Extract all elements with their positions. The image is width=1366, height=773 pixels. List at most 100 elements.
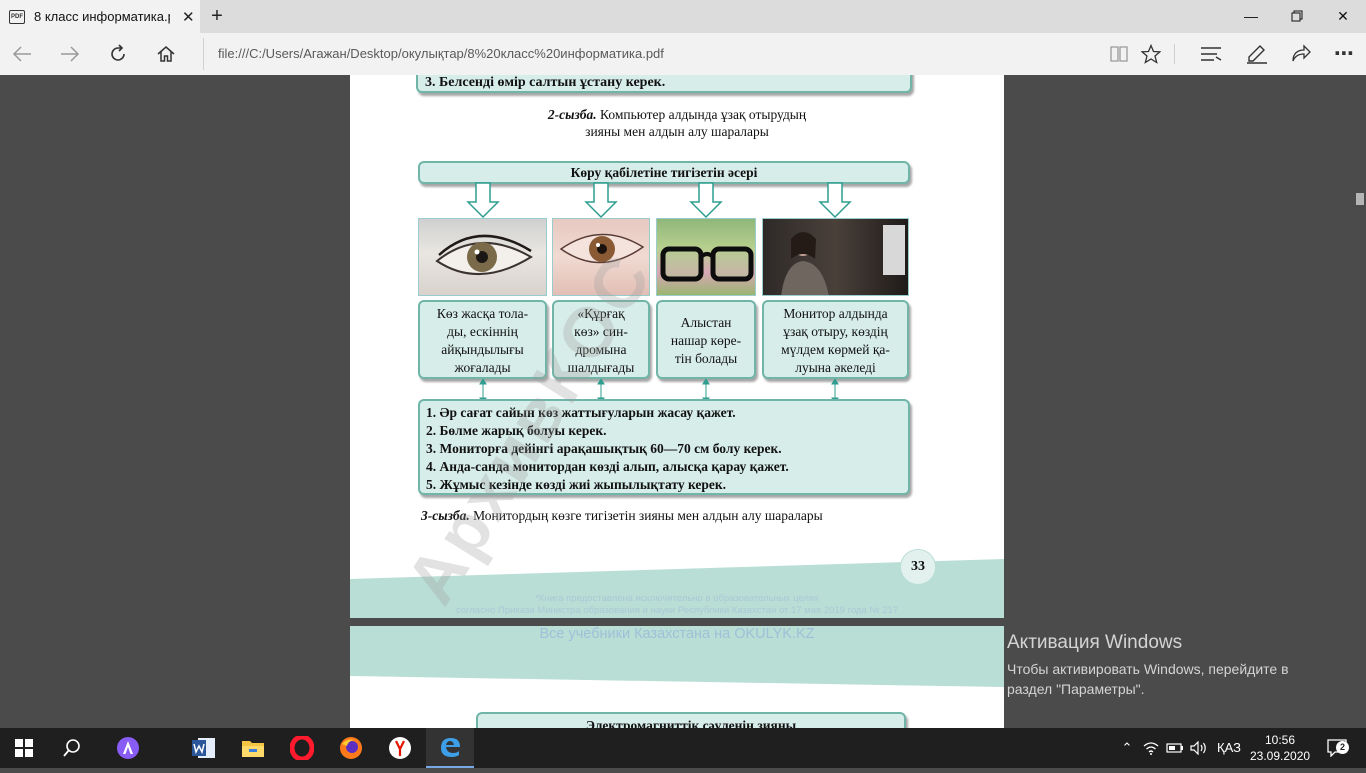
reading-view-button[interactable] — [1105, 41, 1133, 67]
electromagnetic-header: Электромагниттік сәуленің зияны — [476, 712, 906, 728]
tab-title: 8 класс информатика.p — [34, 9, 170, 24]
search-icon — [63, 739, 80, 757]
effect-3-line-2: нашар көре- — [670, 333, 742, 348]
effect-1-line-4: жоғалады — [454, 360, 511, 375]
yandex-icon — [389, 737, 411, 759]
network-icon[interactable] — [1142, 728, 1160, 768]
speaker-icon — [1190, 740, 1206, 756]
back-button[interactable] — [8, 41, 36, 67]
word-icon — [192, 738, 215, 758]
search-button[interactable] — [48, 728, 96, 768]
minimize-button[interactable]: — — [1228, 0, 1274, 33]
navigation-bar: file:///C:/Users/Агажан/Desktop/окулықта… — [0, 33, 1366, 75]
refresh-button[interactable] — [104, 41, 132, 67]
restore-icon — [1291, 10, 1303, 22]
pdf-viewer: 3. Белсенді өмір салтын ұстану керек. 2-… — [0, 75, 1366, 728]
opera-button[interactable] — [278, 728, 326, 768]
maximize-button[interactable] — [1274, 0, 1320, 33]
effect-4-line-3: мүлдем көрмей қа- — [781, 342, 890, 357]
explorer-button[interactable] — [229, 728, 277, 768]
effect-4-line-1: Монитор алдында — [783, 306, 888, 321]
pen-icon — [1247, 45, 1267, 64]
refresh-icon — [111, 44, 125, 61]
activation-title: Активация Windows — [1007, 632, 1183, 653]
clock[interactable]: 10:56 23.09.2020 — [1250, 728, 1310, 768]
close-window-button[interactable]: ✕ — [1320, 0, 1366, 33]
word-button[interactable] — [180, 728, 228, 768]
pdf-page-33: 3. Белсенді өмір салтын ұстану керек. 2-… — [350, 75, 1004, 618]
alice-button[interactable] — [104, 728, 152, 768]
down-arrows — [466, 182, 852, 218]
start-button[interactable] — [0, 728, 48, 768]
header-label: Көру қабілетіне тигізетін әсері — [570, 165, 758, 180]
scrollbar-thumb[interactable] — [1356, 193, 1364, 205]
caption-label: 2-сызба. — [547, 107, 597, 122]
edge-icon — [441, 738, 460, 757]
activation-line-2: раздел "Параметры". — [1007, 681, 1145, 697]
battery-icon[interactable] — [1165, 728, 1185, 768]
tab-close-icon[interactable]: ✕ — [182, 8, 195, 26]
explorer-icon — [242, 741, 264, 757]
eye-image — [435, 234, 533, 276]
forward-button[interactable] — [56, 41, 84, 67]
clock-date: 23.09.2020 — [1250, 749, 1311, 763]
vision-effect-header: Көру қабілетіне тигізетін әсері — [418, 161, 910, 184]
battery-shape-icon — [1166, 743, 1183, 753]
activation-line-1: Чтобы активировать Windows, перейдите в — [1007, 661, 1289, 677]
pdf-icon: PDF — [9, 9, 25, 24]
effect-4-line-4: луына әкеледі — [795, 360, 876, 375]
share-icon — [1292, 44, 1311, 62]
tray-chevron-icon[interactable]: ⌃ — [1118, 728, 1136, 768]
title-bar: PDF 8 класс информатика.p ✕ + — ✕ — [0, 0, 1366, 33]
pdf-page-34: Все учебники Казахстана на OKULYK.KZ Эле… — [350, 626, 1004, 728]
caption-line-2: зияны мен алдын алу шаралары — [585, 124, 769, 139]
okulyk-banner: Все учебники Казахстана на OKULYK.KZ — [539, 626, 815, 642]
clock-time: 10:56 — [1264, 733, 1296, 747]
address-bar[interactable]: file:///C:/Users/Агажан/Desktop/окулықта… — [203, 38, 1091, 70]
back-arrow-icon — [12, 46, 31, 62]
star-icon — [1140, 43, 1162, 64]
arrow-down-icon — [818, 182, 852, 218]
arrow-down-icon — [584, 182, 618, 218]
new-tab-button[interactable]: + — [206, 5, 228, 27]
firefox-icon — [340, 737, 362, 759]
windows-activation-notice: Активация Windows Чтобы активировать Win… — [1007, 632, 1289, 699]
hub-button[interactable] — [1197, 41, 1225, 67]
book-icon — [1110, 46, 1128, 62]
browser-tab[interactable]: PDF 8 класс информатика.p ✕ — [0, 0, 200, 33]
language-indicator[interactable]: ҚАЗ — [1214, 728, 1244, 768]
effect-3-line-1: Алыстан — [680, 315, 732, 330]
home-icon — [157, 46, 175, 62]
wifi-icon — [1143, 742, 1159, 755]
page-number: 33 — [911, 559, 925, 574]
firefox-button[interactable] — [327, 728, 375, 768]
glasses-image — [660, 246, 754, 282]
effect-box-3: Алыстан нашар көре- тін болады — [656, 300, 756, 379]
notes-button[interactable] — [1243, 41, 1271, 67]
forward-arrow-icon — [61, 46, 80, 62]
arrow-down-icon — [466, 182, 500, 218]
prev-measures-box: 3. Белсенді өмір салтын ұстану керек. — [416, 75, 912, 93]
edge-button[interactable] — [426, 728, 474, 768]
alice-icon — [117, 737, 139, 759]
prev-measure-item: 3. Белсенді өмір салтын ұстану керек. — [425, 75, 666, 90]
woman-at-monitor-photo — [762, 218, 909, 296]
hub-icon — [1201, 47, 1222, 61]
vertical-scrollbar[interactable] — [1354, 75, 1366, 728]
opera-icon — [290, 736, 314, 760]
yandex-button[interactable] — [376, 728, 424, 768]
toolbar-separator — [1174, 44, 1175, 64]
eye-photo — [418, 218, 547, 296]
woman-image — [781, 225, 905, 295]
notifications-button[interactable]: 2 — [1322, 728, 1352, 768]
windows-start-icon — [15, 739, 33, 757]
effect-1-line-1: Көз жасқа тола- — [436, 306, 529, 321]
page-number-badge: 33 — [900, 549, 936, 585]
more-button[interactable]: ⋯ — [1330, 41, 1358, 67]
caption-3-text: Монитордың көзге тигізетін зияны мен алд… — [473, 508, 823, 523]
volume-icon[interactable] — [1189, 728, 1209, 768]
share-button[interactable] — [1286, 41, 1314, 67]
home-button[interactable] — [152, 41, 180, 67]
favorite-button[interactable] — [1137, 41, 1165, 67]
effect-1-line-3: айқындылығы — [441, 342, 524, 357]
